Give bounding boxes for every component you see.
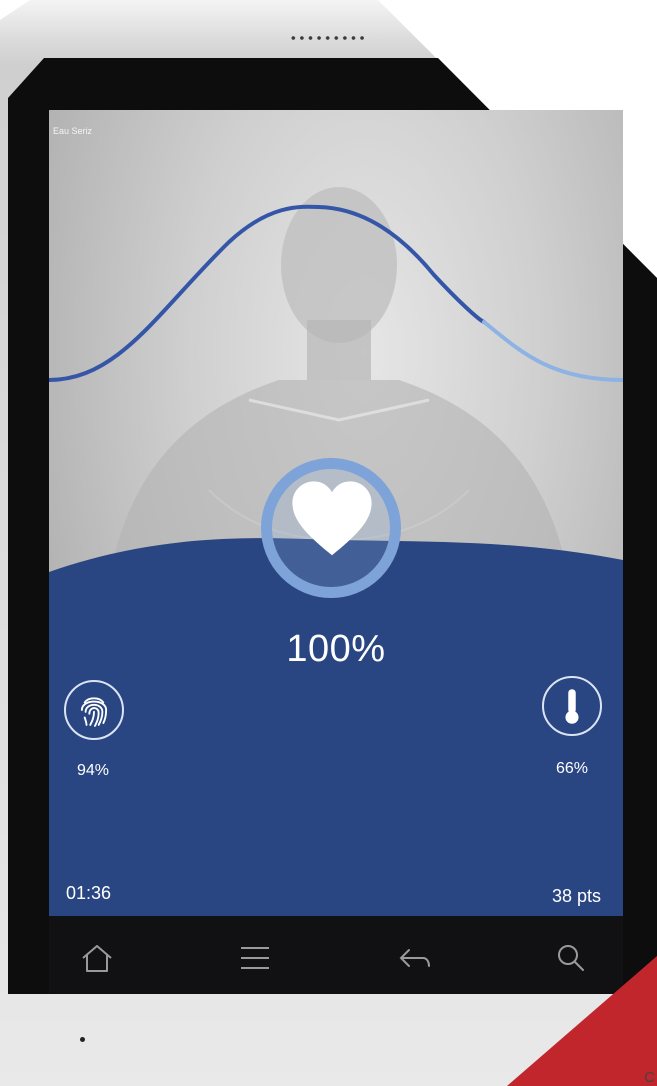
- menu-button[interactable]: [235, 940, 275, 976]
- menu-icon: [241, 947, 269, 969]
- home-button[interactable]: [77, 940, 117, 976]
- front-sensor: [80, 1037, 85, 1042]
- speaker-grille: [289, 34, 367, 42]
- search-icon: [558, 945, 584, 971]
- fingerprint-icon: [80, 697, 108, 727]
- thermometer-button[interactable]: [542, 676, 602, 736]
- navigation-bar: [49, 916, 623, 994]
- heart-rate-percent: 100%: [286, 628, 386, 670]
- thermometer-value: 66%: [556, 760, 589, 777]
- fingerprint-button[interactable]: [64, 680, 124, 740]
- app-screen: Eau Seriz 100% 94% 66% 01:36 38 pts: [49, 110, 623, 916]
- elapsed-time: 01:36: [66, 883, 112, 903]
- home-icon: [82, 945, 112, 972]
- back-icon: [399, 949, 430, 967]
- back-button[interactable]: [395, 940, 435, 976]
- thermometer-icon: [565, 689, 579, 724]
- points-score: 38 pts: [552, 886, 602, 906]
- corner-letter: C: [644, 1069, 655, 1086]
- search-button[interactable]: [551, 940, 591, 976]
- heart-icon: [292, 481, 372, 556]
- fingerprint-value: 94%: [77, 762, 110, 779]
